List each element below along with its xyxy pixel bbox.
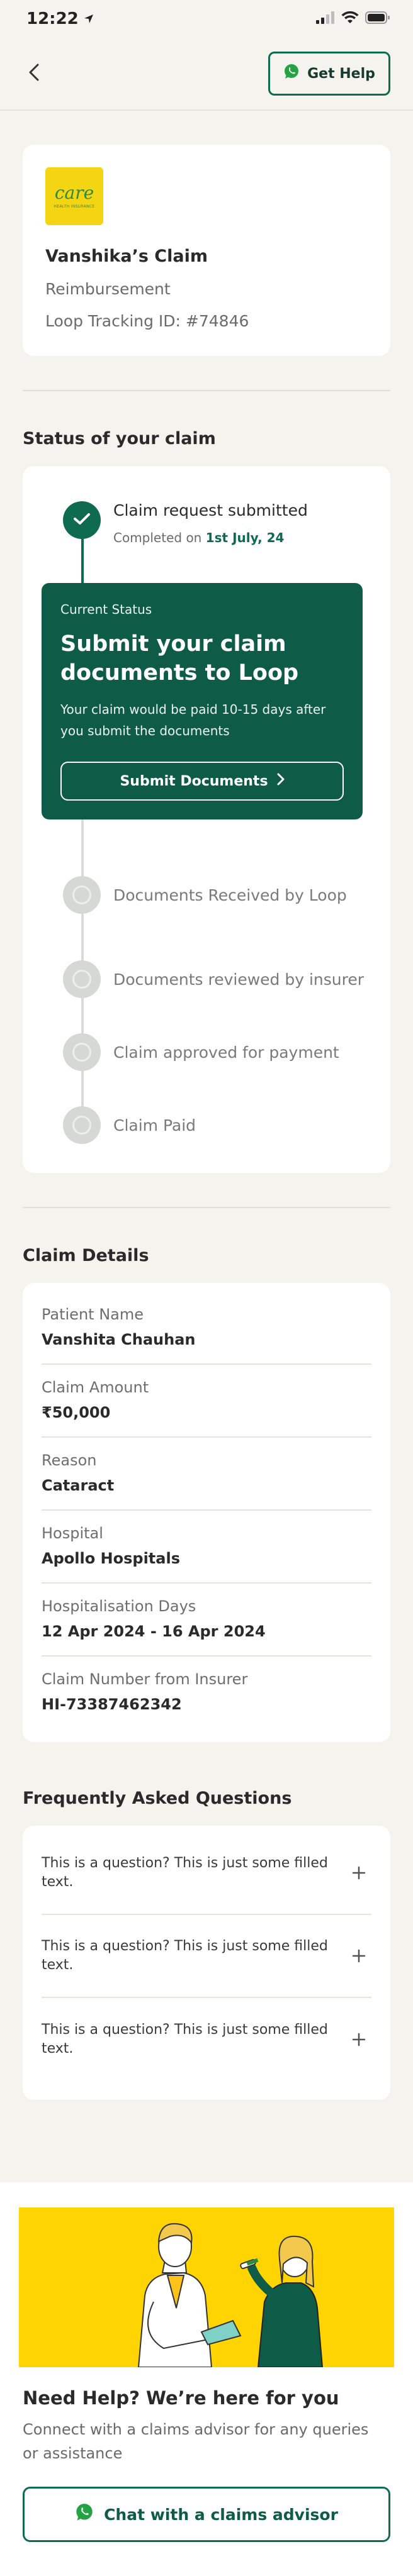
insurer-logo: care HEALTH INSURANCE bbox=[45, 167, 103, 225]
detail-row-claim-amount: Claim Amount ₹50,000 bbox=[42, 1365, 371, 1438]
detail-label: Claim Number from Insurer bbox=[42, 1670, 248, 1688]
pending-step-label: Claim Paid bbox=[113, 1116, 196, 1135]
step-pending-marker bbox=[63, 1106, 101, 1144]
detail-row-reason: Reason Cataract bbox=[42, 1438, 371, 1511]
submit-documents-label: Submit Documents bbox=[120, 773, 268, 789]
step-pending-marker bbox=[63, 1033, 101, 1071]
plus-icon bbox=[346, 1943, 371, 1968]
completed-step-title: Claim request submitted bbox=[113, 501, 308, 519]
insurer-logo-text: care bbox=[54, 182, 94, 203]
plus-icon bbox=[346, 2027, 371, 2052]
detail-label: Claim Amount bbox=[42, 1379, 149, 1396]
status-bar: 12:22 bbox=[0, 0, 413, 38]
detail-label: Hospitalisation Days bbox=[42, 1597, 196, 1615]
pending-step-label: Documents Received by Loop bbox=[113, 886, 347, 904]
back-button[interactable] bbox=[20, 60, 48, 87]
detail-row-claim-number: Claim Number from Insurer HI-73387462342 bbox=[42, 1657, 371, 1729]
chevron-right-icon bbox=[277, 773, 285, 789]
wifi-icon bbox=[341, 11, 359, 26]
detail-value: 12 Apr 2024 - 16 Apr 2024 bbox=[42, 1623, 266, 1640]
plus-icon bbox=[346, 1860, 371, 1885]
chevron-left-icon bbox=[28, 63, 40, 84]
step-pending-marker bbox=[63, 960, 101, 998]
detail-value: Apollo Hospitals bbox=[42, 1550, 180, 1567]
submit-documents-button[interactable]: Submit Documents bbox=[60, 762, 344, 801]
help-section: Need Help? We’re here for you Connect wi… bbox=[0, 2182, 413, 2576]
chat-with-advisor-button[interactable]: Chat with a claims advisor bbox=[23, 2487, 390, 2542]
detail-value: ₹50,000 bbox=[42, 1404, 111, 1421]
whatsapp-icon bbox=[283, 64, 300, 84]
claim-title: Vanshika’s Claim bbox=[45, 247, 208, 266]
section-divider bbox=[23, 1207, 390, 1208]
get-help-label: Get Help bbox=[307, 65, 375, 82]
detail-value: Vanshita Chauhan bbox=[42, 1331, 196, 1348]
detail-label: Hospital bbox=[42, 1524, 103, 1542]
faq-item[interactable]: This is a question? This is just some fi… bbox=[42, 1832, 371, 1915]
battery-icon bbox=[365, 11, 390, 26]
faq-question: This is a question? This is just some fi… bbox=[42, 1938, 328, 1973]
status-time: 12:22 bbox=[26, 9, 79, 28]
faq-item[interactable]: This is a question? This is just some fi… bbox=[42, 1915, 371, 1998]
current-status-panel: Current Status Submit your claim documen… bbox=[42, 583, 363, 819]
current-status-description: Your claim would be paid 10-15 days afte… bbox=[60, 702, 326, 738]
completed-step-date: Completed on 1st July, 24 bbox=[113, 530, 284, 545]
faq-item[interactable]: This is a question? This is just some fi… bbox=[42, 1998, 371, 2081]
tracking-id: Loop Tracking ID: #74846 bbox=[45, 312, 249, 330]
detail-row-hospitalisation-days: Hospitalisation Days 12 Apr 2024 - 16 Ap… bbox=[42, 1584, 371, 1657]
checkmark-icon bbox=[72, 511, 91, 529]
status-timeline-card: Claim request submitted Completed on 1st… bbox=[23, 466, 390, 1173]
faq-card: This is a question? This is just some fi… bbox=[23, 1826, 390, 2100]
completed-date: 1st July, 24 bbox=[205, 530, 285, 545]
timeline-connector-complete bbox=[81, 539, 84, 583]
status-icons bbox=[316, 11, 390, 26]
help-description: Connect with a claims advisor for any qu… bbox=[23, 2421, 369, 2462]
detail-value: HI-73387462342 bbox=[42, 1696, 182, 1713]
faq-question: This is a question? This is just some fi… bbox=[42, 2022, 328, 2057]
completed-prefix: Completed on bbox=[113, 530, 202, 545]
advisor-illustration bbox=[19, 2207, 394, 2367]
claim-status-screen: 12:22 Get Help care HEALTH INSURANCE Van… bbox=[0, 0, 413, 2576]
pending-step-label: Claim approved for payment bbox=[113, 1043, 339, 1062]
faq-question: This is a question? This is just some fi… bbox=[42, 1855, 328, 1890]
help-title: Need Help? We’re here for you bbox=[23, 2387, 339, 2409]
detail-label: Reason bbox=[42, 1452, 97, 1469]
pending-step-label: Documents reviewed by insurer bbox=[113, 970, 365, 989]
detail-row-patient-name: Patient Name Vanshita Chauhan bbox=[42, 1292, 371, 1365]
details-section-title: Claim Details bbox=[23, 1246, 149, 1265]
detail-label: Patient Name bbox=[42, 1306, 144, 1323]
claim-details-card: Patient Name Vanshita Chauhan Claim Amou… bbox=[23, 1283, 390, 1742]
location-arrow-icon bbox=[84, 9, 94, 28]
status-time-wrapper: 12:22 bbox=[26, 9, 94, 28]
step-complete-marker bbox=[63, 501, 101, 539]
cellular-signal-icon bbox=[316, 11, 335, 26]
get-help-button[interactable]: Get Help bbox=[268, 52, 390, 96]
current-status-title: Submit your claim documents to Loop bbox=[60, 631, 299, 686]
status-section-title: Status of your claim bbox=[23, 429, 216, 448]
current-status-label: Current Status bbox=[60, 602, 152, 617]
section-divider bbox=[23, 390, 390, 391]
detail-value: Cataract bbox=[42, 1477, 115, 1494]
whatsapp-icon bbox=[75, 2503, 94, 2526]
claim-type: Reimbursement bbox=[45, 280, 171, 298]
claim-summary-card: care HEALTH INSURANCE Vanshika’s Claim R… bbox=[23, 145, 390, 356]
chat-with-advisor-label: Chat with a claims advisor bbox=[104, 2505, 338, 2524]
insurer-logo-subtext: HEALTH INSURANCE bbox=[54, 204, 95, 209]
app-header: Get Help bbox=[0, 38, 413, 111]
faq-section-title: Frequently Asked Questions bbox=[23, 1789, 292, 1808]
step-pending-marker bbox=[63, 876, 101, 914]
detail-row-hospital: Hospital Apollo Hospitals bbox=[42, 1511, 371, 1584]
